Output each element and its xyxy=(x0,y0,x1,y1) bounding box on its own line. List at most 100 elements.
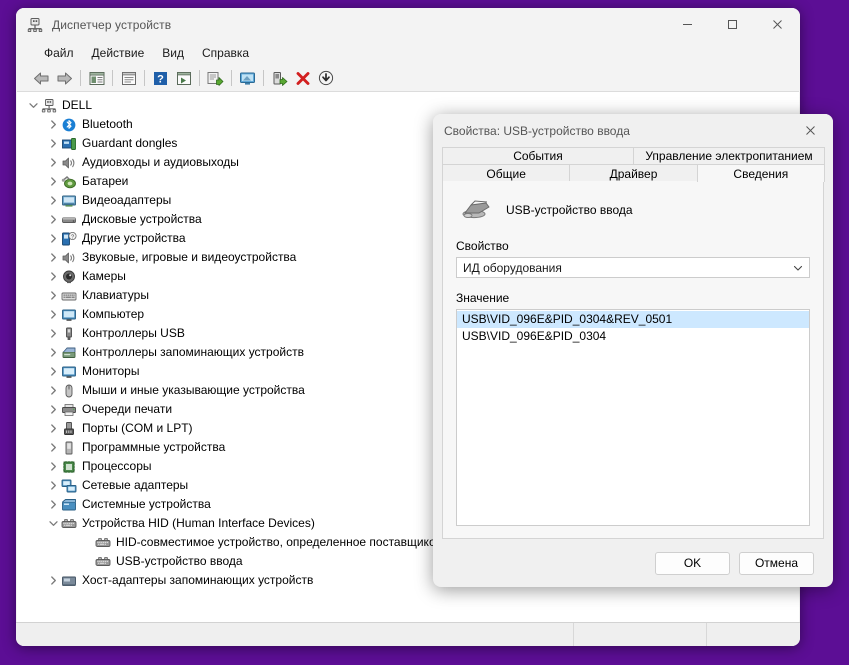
tree-node-label: Клавиатуры xyxy=(82,288,149,302)
display-adapter-icon xyxy=(61,193,77,209)
chevron-right-icon[interactable] xyxy=(45,478,61,494)
forward-icon[interactable] xyxy=(53,67,76,89)
chevron-right-icon[interactable] xyxy=(45,212,61,228)
chevron-right-icon[interactable] xyxy=(45,269,61,285)
chevron-right-icon[interactable] xyxy=(45,345,61,361)
tree-node-label: Bluetooth xyxy=(82,117,133,131)
chevron-right-icon[interactable] xyxy=(45,573,61,589)
menu-help[interactable]: Справка xyxy=(193,43,258,63)
tree-node-label: HID-совместимое устройство, определенное… xyxy=(116,535,444,549)
chevron-right-icon[interactable] xyxy=(45,231,61,247)
chevron-right-icon[interactable] xyxy=(45,174,61,190)
menu-action[interactable]: Действие xyxy=(83,43,154,63)
host-adapter-icon xyxy=(61,573,77,589)
dialog-close-button[interactable] xyxy=(788,114,833,147)
chevron-right-icon[interactable] xyxy=(45,288,61,304)
dongle-icon xyxy=(61,136,77,152)
tree-node-label: Хост-адаптеры запоминающих устройств xyxy=(82,573,314,587)
tab-general[interactable]: Общие xyxy=(442,164,571,182)
menu-file[interactable]: Файл xyxy=(35,43,83,63)
chevron-down-icon[interactable] xyxy=(787,263,809,273)
menu-view[interactable]: Вид xyxy=(153,43,193,63)
monitor-icon[interactable] xyxy=(236,67,259,89)
tab-driver[interactable]: Драйвер xyxy=(569,164,698,182)
minimize-button[interactable] xyxy=(665,8,710,41)
chevron-right-icon[interactable] xyxy=(45,326,61,342)
tree-node-label: Системные устройства xyxy=(82,497,211,511)
chevron-down-icon[interactable] xyxy=(45,516,61,532)
chevron-right-icon[interactable] xyxy=(45,383,61,399)
battery-icon xyxy=(61,174,77,190)
maximize-button[interactable] xyxy=(710,8,755,41)
tree-node-label: Мыши и иные указывающие устройства xyxy=(82,383,305,397)
disable-device-icon[interactable] xyxy=(314,67,337,89)
chevron-down-icon[interactable] xyxy=(25,98,41,114)
property-dropdown[interactable]: ИД оборудования xyxy=(456,257,810,278)
chevron-right-icon[interactable] xyxy=(45,117,61,133)
tab-power-management[interactable]: Управление электропитанием xyxy=(633,147,825,164)
chevron-right-icon[interactable] xyxy=(45,364,61,380)
cancel-button[interactable]: Отмена xyxy=(739,551,814,575)
list-item[interactable]: USB\VID_096E&PID_0304 xyxy=(457,328,809,345)
tree-node-label: Порты (COM и LPT) xyxy=(82,421,193,435)
tree-node-label: Контроллеры запоминающих устройств xyxy=(82,345,304,359)
tree-node-label: Дисковые устройства xyxy=(82,212,202,226)
storage-controller-icon xyxy=(61,345,77,361)
chevron-right-icon[interactable] xyxy=(45,193,61,209)
tree-node-label: Компьютер xyxy=(82,307,145,321)
dialog-button-bar: OK Отмена xyxy=(442,539,824,587)
tree-node-label: Программные устройства xyxy=(82,440,226,454)
chevron-right-icon[interactable] xyxy=(45,497,61,513)
processor-icon xyxy=(61,459,77,475)
window-title: Диспетчер устройств xyxy=(52,17,172,32)
property-label: Свойство xyxy=(456,239,509,253)
toolbar-separator xyxy=(231,70,232,86)
chevron-right-icon[interactable] xyxy=(45,459,61,475)
tab-details[interactable]: Сведения xyxy=(696,164,825,182)
update-driver-icon[interactable] xyxy=(172,67,195,89)
chevron-right-icon[interactable] xyxy=(45,307,61,323)
computer-icon xyxy=(41,98,57,114)
sound-video-icon xyxy=(61,250,77,266)
chevron-right-icon[interactable] xyxy=(45,136,61,152)
tree-node-label: Другие устройства xyxy=(82,231,186,245)
tree-node-label: Звуковые, игровые и видеоустройства xyxy=(82,250,297,264)
dialog-body: События Управление электропитанием Общие… xyxy=(442,147,825,587)
chevron-right-icon[interactable] xyxy=(45,421,61,437)
tab-events[interactable]: События xyxy=(442,147,634,164)
list-item[interactable]: USB\VID_096E&PID_0304&REV_0501 xyxy=(457,311,809,328)
property-selected-value: ИД оборудования xyxy=(463,260,562,275)
network-adapter-icon xyxy=(61,478,77,494)
mouse-icon xyxy=(61,383,77,399)
status-bar xyxy=(16,622,800,646)
other-devices-icon: ? xyxy=(61,231,77,247)
scan-hardware-changes-icon[interactable] xyxy=(204,67,227,89)
ok-button[interactable]: OK xyxy=(655,551,730,575)
back-icon[interactable] xyxy=(30,67,53,89)
value-listbox[interactable]: USB\VID_096E&PID_0304&REV_0501 USB\VID_0… xyxy=(456,309,810,526)
tree-node-label: DELL xyxy=(62,98,93,112)
enable-device-icon[interactable] xyxy=(268,67,291,89)
properties-icon[interactable] xyxy=(85,67,108,89)
dialog-title: Свойства: USB-устройство ввода xyxy=(444,123,630,138)
tree-node-label: Контроллеры USB xyxy=(82,326,185,340)
show-hidden-icon[interactable] xyxy=(117,67,140,89)
status-pane-2 xyxy=(574,623,707,646)
tree-node-label: Guardant dongles xyxy=(82,136,178,150)
chevron-right-icon[interactable] xyxy=(45,250,61,266)
tree-node-label: Мониторы xyxy=(82,364,140,378)
uninstall-device-icon[interactable] xyxy=(291,67,314,89)
toolbar-separator xyxy=(144,70,145,86)
software-device-icon xyxy=(61,440,77,456)
window-titlebar: Диспетчер устройств xyxy=(16,8,800,41)
help-icon[interactable]: ? xyxy=(149,67,172,89)
toolbar-separator xyxy=(80,70,81,86)
chevron-right-icon[interactable] xyxy=(45,155,61,171)
chevron-right-icon[interactable] xyxy=(45,440,61,456)
chevron-right-icon[interactable] xyxy=(45,402,61,418)
status-pane-3 xyxy=(707,623,800,646)
camera-icon xyxy=(61,269,77,285)
tree-node-root[interactable]: DELL xyxy=(17,96,799,115)
close-button[interactable] xyxy=(755,8,800,41)
device-name: USB-устройство ввода xyxy=(506,203,633,217)
